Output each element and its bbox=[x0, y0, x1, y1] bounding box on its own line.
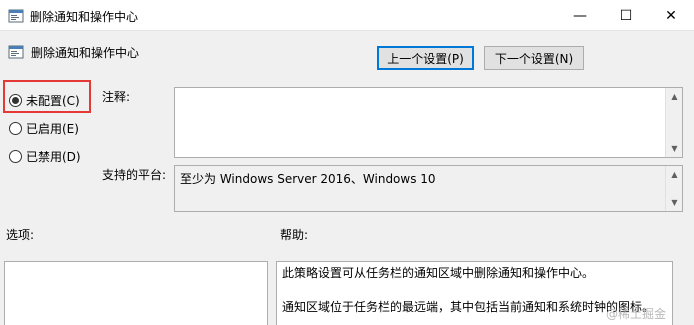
close-button[interactable]: ✕ bbox=[648, 0, 694, 31]
watermark: @稀土掘金 bbox=[606, 307, 667, 321]
scroll-down-icon[interactable]: ▼ bbox=[666, 140, 683, 157]
policy-app-icon bbox=[8, 9, 24, 23]
radio-button[interactable] bbox=[9, 122, 22, 135]
radio-enabled[interactable]: 已启用(E) bbox=[9, 120, 79, 137]
scroll-up-icon[interactable]: ▲ bbox=[666, 166, 683, 183]
title-bar: 删除通知和操作中心 — ☐ ✕ bbox=[0, 0, 694, 31]
scroll-down-icon[interactable]: ▼ bbox=[666, 194, 683, 211]
radio-button[interactable] bbox=[9, 150, 22, 163]
radio-button-checked[interactable] bbox=[9, 94, 22, 107]
comment-textarea[interactable]: ▲ ▼ bbox=[174, 87, 683, 158]
policy-icon bbox=[8, 45, 24, 59]
radio-label: 未配置(C) bbox=[26, 94, 80, 108]
scroll-up-icon[interactable]: ▲ bbox=[666, 88, 683, 105]
supported-platform-field: 至少为 Windows Server 2016、Windows 10 ▲ ▼ bbox=[174, 165, 683, 212]
window-title: 删除通知和操作中心 bbox=[30, 10, 139, 24]
radio-disabled[interactable]: 已禁用(D) bbox=[9, 148, 81, 165]
radio-label: 已禁用(D) bbox=[26, 150, 81, 164]
supported-scrollbar[interactable]: ▲ ▼ bbox=[665, 166, 682, 211]
options-label: 选项: bbox=[6, 228, 35, 242]
radio-label: 已启用(E) bbox=[26, 122, 79, 136]
supported-platform-value: 至少为 Windows Server 2016、Windows 10 bbox=[180, 172, 436, 186]
radio-not-configured[interactable]: 未配置(C) bbox=[9, 92, 80, 109]
window-edge bbox=[686, 31, 694, 325]
minimize-button[interactable]: — bbox=[557, 0, 603, 31]
next-setting-label: 下一个设置(N) bbox=[494, 51, 574, 66]
previous-setting-label: 上一个设置(P) bbox=[387, 51, 464, 66]
help-line bbox=[282, 282, 667, 299]
comment-label: 注释: bbox=[102, 90, 131, 104]
options-panel bbox=[4, 261, 268, 325]
maximize-icon: ☐ bbox=[619, 7, 633, 24]
help-line: 此策略设置可从任务栏的通知区域中删除通知和操作中心。 bbox=[282, 266, 595, 280]
page-title: 删除通知和操作中心 bbox=[31, 46, 140, 60]
close-icon: ✕ bbox=[665, 7, 677, 24]
comment-scrollbar[interactable]: ▲ ▼ bbox=[665, 88, 682, 157]
next-setting-button[interactable]: 下一个设置(N) bbox=[484, 46, 584, 70]
previous-setting-button[interactable]: 上一个设置(P) bbox=[377, 46, 474, 70]
supported-platform-label: 支持的平台: bbox=[102, 168, 167, 182]
minimize-icon: — bbox=[573, 7, 587, 24]
maximize-button[interactable]: ☐ bbox=[603, 0, 649, 31]
help-label: 帮助: bbox=[280, 228, 309, 242]
